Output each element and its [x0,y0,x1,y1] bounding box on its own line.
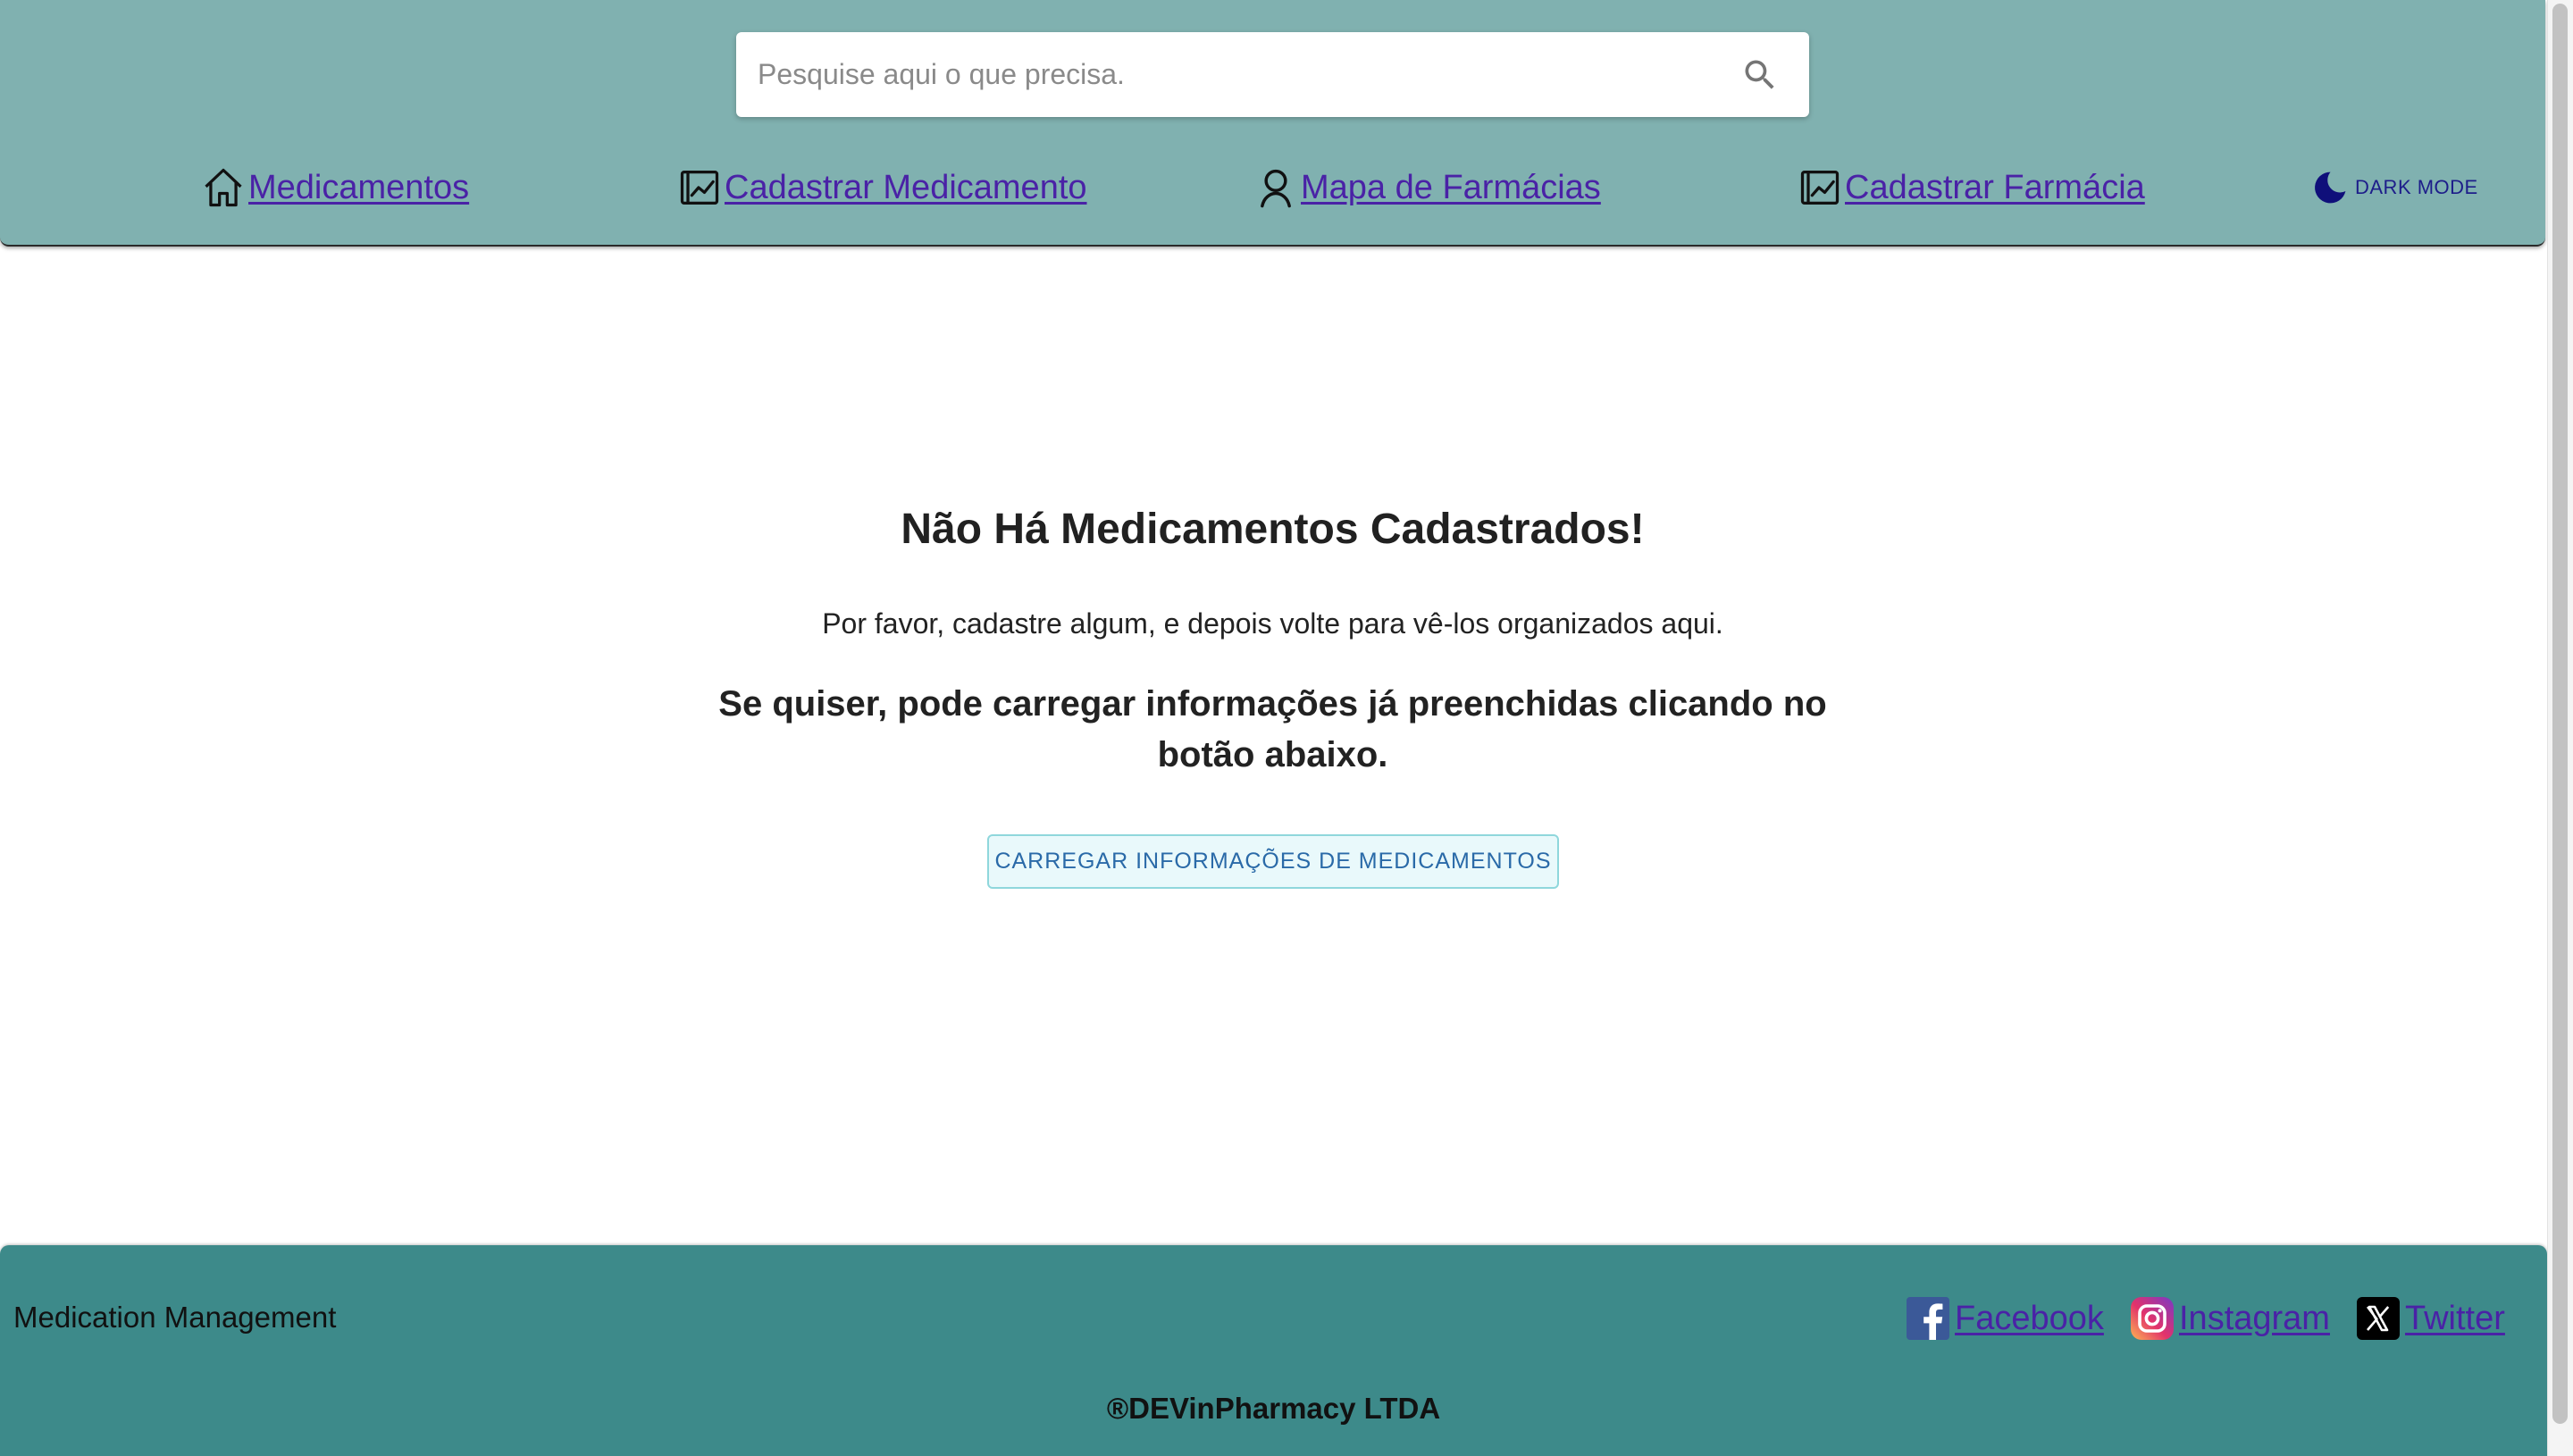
nav-item-cadastrar-farmacia[interactable]: Cadastrar Farmácia [1797,163,2145,213]
copyright-text: ®DEVinPharmacy LTDA [1106,1392,1441,1425]
moon-icon [2315,172,2346,204]
nav-item-medicamentos[interactable]: Medicamentos [200,163,469,213]
nav-link-cadastrar-medicamento[interactable]: Cadastrar Medicamento [725,169,1087,207]
twitter-link[interactable]: Twitter [2405,1300,2505,1338]
instagram-icon [2131,1297,2174,1340]
nav-link-medicamentos[interactable]: Medicamentos [248,169,469,207]
search-input[interactable] [758,32,1705,117]
nav-item-cadastrar-medicamento[interactable]: Cadastrar Medicamento [676,163,1087,213]
social-link-instagram[interactable]: Instagram [2131,1293,2330,1343]
scrollbar-thumb[interactable] [2552,4,2568,1424]
chart-icon [1800,171,1840,205]
social-link-twitter[interactable]: Twitter [2357,1293,2505,1343]
chart-icon [680,171,719,205]
empty-state-title: Não Há Medicamentos Cadastrados! [901,506,1645,553]
nav-item-mapa-farmacias[interactable]: Mapa de Farmácias [1253,163,1601,213]
empty-state-hint: Se quiser, pode carregar informações já … [718,684,1827,774]
search-bar [736,32,1809,117]
app-header: Medicamentos Cadastrar Medicamento Mapa … [0,0,2545,247]
social-link-facebook[interactable]: Facebook [1907,1293,2104,1343]
dark-mode-toggle[interactable]: DARK MODE [2310,166,2478,209]
footer-brand: Medication Management [13,1301,337,1334]
instagram-link[interactable]: Instagram [2179,1300,2330,1338]
person-icon [1261,169,1291,208]
load-medications-button[interactable]: CARREGAR INFORMAÇÕES DE MEDICAMENTOS [987,834,1559,889]
dark-mode-label[interactable]: DARK MODE [2355,176,2478,199]
facebook-icon [1907,1297,1949,1340]
empty-state-message: Por favor, cadastre algum, e depois volt… [822,607,1723,640]
home-icon [205,168,242,207]
nav-link-cadastrar-farmacia[interactable]: Cadastrar Farmácia [1845,169,2145,207]
search-icon[interactable] [1740,55,1780,95]
app-footer: Medication Management Facebook Instagram… [0,1245,2547,1456]
nav-link-mapa-farmacias[interactable]: Mapa de Farmácias [1301,169,1601,207]
facebook-link[interactable]: Facebook [1955,1300,2104,1338]
x-twitter-icon [2357,1297,2400,1340]
